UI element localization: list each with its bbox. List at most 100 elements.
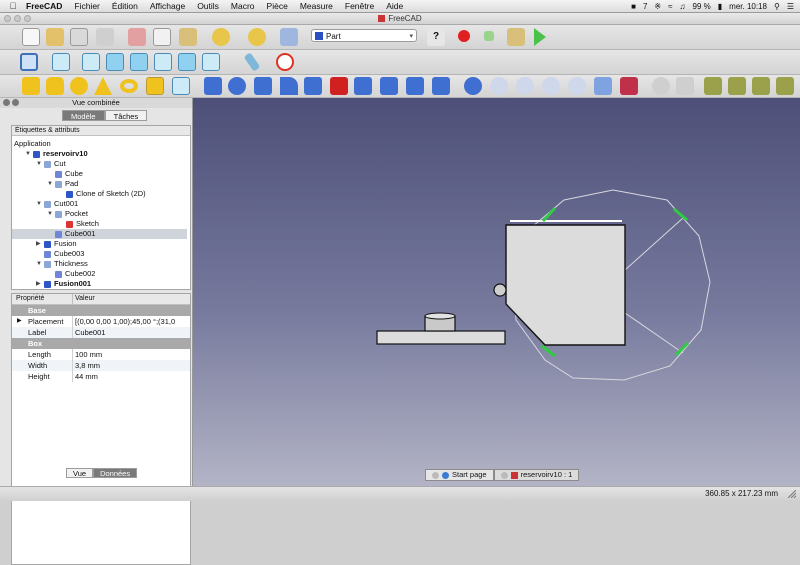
fillet-icon[interactable] [280,77,298,95]
float-panel-icon[interactable] [12,99,19,106]
projection-icon[interactable] [776,77,794,95]
shape-builder-icon[interactable] [172,77,190,95]
measure-distance-icon[interactable] [243,52,261,72]
menu-fenetre[interactable]: Fenêtre [339,0,380,12]
menu-aide[interactable]: Aide [380,0,409,12]
3d-viewport[interactable] [193,98,800,486]
chevron-right-icon[interactable]: ▶ [36,279,44,289]
offset-icon[interactable] [432,77,450,95]
bluetooth-icon[interactable]: ※ [654,2,661,11]
tree-item[interactable]: ▼ Pocket [47,209,88,219]
battery-percent[interactable]: 99 % [693,2,711,11]
make-face-icon[interactable] [330,77,348,95]
menu-piece[interactable]: Pièce [261,0,294,12]
macro-run-icon[interactable] [534,28,546,46]
print-icon[interactable] [96,28,114,46]
workbench-selector[interactable]: Part ▾ [311,29,417,42]
close-panel-icon[interactable] [3,99,10,106]
tree-item[interactable]: Cube003 [36,249,84,259]
selection-marker-2[interactable] [673,207,688,222]
tree-item[interactable]: ▶ Fusion001 [36,279,91,289]
property-row[interactable]: ▶ Placement [(0,00 0,00 1,00);45,00 °;(31,… [12,316,190,327]
part-cylinder-icon[interactable] [46,77,64,95]
chevron-down-icon[interactable]: ▼ [36,199,44,209]
tree-item[interactable]: Cube001 [12,229,187,239]
view-rear-icon[interactable] [154,53,172,71]
property-value[interactable]: [(0,00 0,00 1,00);45,00 °;(31,0 [72,316,190,327]
defeaturing-icon[interactable] [676,77,694,95]
macro-edit-icon[interactable] [507,28,525,46]
menu-edition[interactable]: Édition [106,0,144,12]
hole-feature[interactable] [493,283,507,297]
property-row[interactable]: Width 3,8 mm [12,360,190,371]
notification-center-icon[interactable]: ☰ [787,2,794,11]
resize-grip-icon[interactable] [787,489,797,499]
menu-outils[interactable]: Outils [191,0,225,12]
common-boolean-icon[interactable] [542,77,560,95]
close-tab-icon[interactable] [432,471,439,479]
property-row[interactable]: Length 100 mm [12,349,190,360]
redo-icon[interactable] [248,28,266,46]
chevron-down-icon[interactable]: ▼ [25,149,33,159]
tab-start-page[interactable]: Start page [425,469,494,481]
boolean-icon[interactable] [464,77,482,95]
close-window-icon[interactable] [4,15,11,22]
clock[interactable]: mer. 10:18 [729,2,767,11]
battery-icon[interactable]: ▮ [718,2,722,11]
fuse-boolean-icon[interactable] [516,77,534,95]
cut-boolean-icon[interactable] [490,77,508,95]
cut-shape-body[interactable] [505,224,626,346]
loft-icon[interactable] [380,77,398,95]
paste-icon[interactable] [179,28,197,46]
macro-record-icon[interactable] [458,30,470,42]
property-row[interactable]: Height 44 mm [12,371,190,382]
tab-modele[interactable]: Modèle [62,110,105,121]
menu-affichage[interactable]: Affichage [144,0,191,12]
chamfer-icon[interactable] [304,77,322,95]
spotlight-icon[interactable]: ⚲ [774,2,780,11]
tree-item[interactable]: ▶ Fusion [36,239,77,249]
primitives-icon[interactable] [146,77,164,95]
whats-this-icon[interactable]: ? [427,28,445,46]
new-document-icon[interactable] [22,28,40,46]
base-plate[interactable] [376,330,506,345]
chevron-down-icon[interactable]: ▼ [47,179,55,189]
sweep-icon[interactable] [406,77,424,95]
tree-item[interactable]: ▼ Cut [36,159,66,169]
compound-icon[interactable] [620,77,638,95]
view-left-icon[interactable] [202,53,220,71]
tree-item[interactable]: ▼ Thickness [36,259,88,269]
tree-item[interactable]: Sketch [58,219,99,229]
view-top-icon[interactable] [106,53,124,71]
fit-all-icon[interactable] [20,53,38,71]
macro-stop-icon[interactable] [484,31,494,41]
chevron-down-icon[interactable]: ▼ [36,259,44,269]
view-bottom-icon[interactable] [178,53,196,71]
view-isometric-icon[interactable] [52,53,70,71]
chevron-right-icon[interactable]: ▶ [17,316,22,327]
ruled-surface-icon[interactable] [354,77,372,95]
section-icon[interactable] [568,77,586,95]
cross-sections-icon[interactable] [594,77,612,95]
zoom-window-icon[interactable] [24,15,31,22]
tab-document[interactable]: reservoirv10 : 1 [493,469,580,481]
chevron-right-icon[interactable]: ▶ [36,239,44,249]
part-cone-icon[interactable] [94,77,112,95]
check-geometry-icon[interactable] [652,77,670,95]
part-cube-icon[interactable] [22,77,40,95]
save-icon[interactable] [70,28,88,46]
selection-marker-3[interactable] [541,344,556,358]
part-design-icon[interactable] [728,77,746,95]
undo-icon[interactable] [212,28,230,46]
property-value[interactable]: Cube001 [72,327,190,338]
menu-app-name[interactable]: FreeCAD [20,0,68,12]
chevron-down-icon[interactable]: ▼ [47,209,55,219]
view-front-icon[interactable] [82,53,100,71]
selection-marker-1[interactable] [541,206,557,223]
notification-icon[interactable]: ■ [631,2,636,11]
chevron-down-icon[interactable]: ▼ [36,159,44,169]
wifi-icon[interactable]: ≈ [668,2,672,11]
tree-item[interactable]: ▼ Cut001 [36,199,78,209]
no-selection-icon[interactable] [276,53,294,71]
refine-shape-icon[interactable] [752,77,770,95]
